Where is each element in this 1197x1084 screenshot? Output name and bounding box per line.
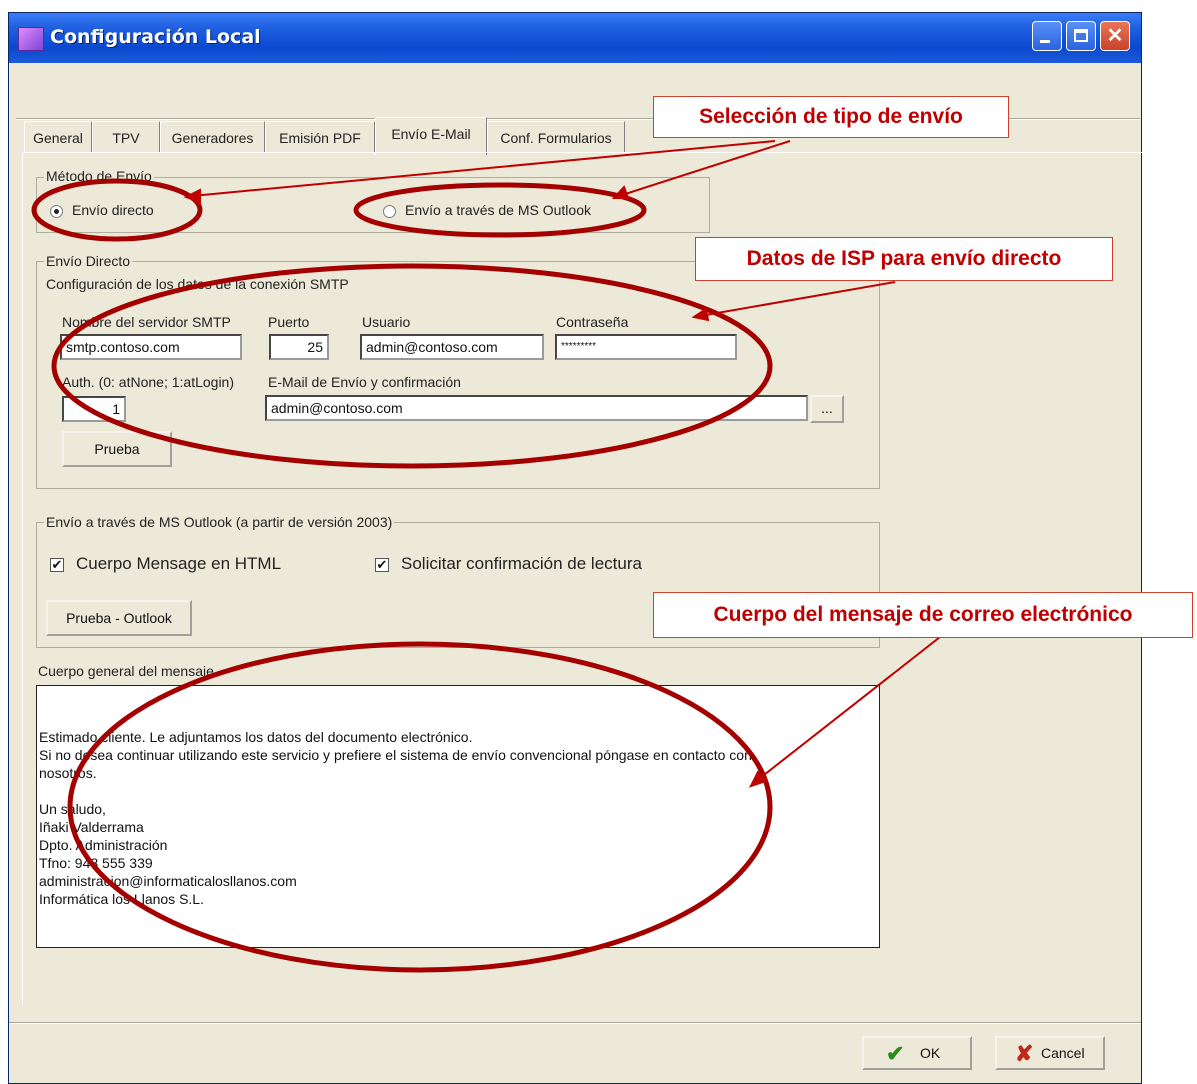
radio-outlook-label[interactable]: Envío a través de MS Outlook — [405, 202, 591, 218]
outlook-group-title: Envío a través de MS Outlook (a partir d… — [44, 514, 395, 530]
close-button[interactable]: ✕ — [1100, 21, 1130, 51]
user-field[interactable]: admin@contoso.com — [360, 334, 544, 360]
footer-separator — [9, 1022, 1141, 1024]
email-field[interactable]: admin@contoso.com — [265, 395, 808, 421]
tab-emision-pdf[interactable]: Emisión PDF — [265, 121, 375, 153]
tab-tpv[interactable]: TPV — [92, 121, 160, 153]
app-icon — [18, 27, 44, 51]
message-label: Cuerpo general del mensaje — [38, 663, 214, 679]
cancel-label: Cancel — [1041, 1045, 1085, 1061]
radio-selected-dot — [54, 209, 59, 214]
user-label: Usuario — [362, 314, 411, 330]
ok-label: OK — [920, 1045, 941, 1061]
server-field[interactable]: smtp.contoso.com — [60, 334, 242, 360]
method-group-title: Método de Envío — [44, 168, 154, 184]
html-body-checkbox[interactable]: ✔ — [50, 558, 64, 572]
tab-strip: General TPV Generadores Emisión PDF Enví… — [24, 117, 634, 155]
password-field[interactable]: ********* — [555, 334, 737, 360]
radio-direct-label[interactable]: Envío directo — [72, 202, 154, 218]
cancel-button[interactable]: ✘ Cancel — [995, 1036, 1105, 1070]
minimize-icon — [1040, 40, 1050, 43]
tab-general[interactable]: General — [24, 121, 92, 153]
close-icon: ✕ — [1106, 25, 1124, 47]
smtp-subtitle: Configuración de los datos de la conexió… — [46, 276, 349, 292]
checkmark-icon: ✔ — [886, 1041, 905, 1066]
maximize-icon — [1074, 29, 1088, 42]
callout-send-type: Selección de tipo de envío — [653, 96, 1009, 138]
html-body-label[interactable]: Cuerpo Mensage en HTML — [76, 554, 281, 574]
port-label: Puerto — [268, 314, 310, 330]
read-receipt-label[interactable]: Solicitar confirmación de lectura — [401, 554, 642, 574]
outlook-test-button[interactable]: Prueba - Outlook — [46, 600, 192, 636]
port-field[interactable]: 25 — [269, 334, 329, 360]
password-label: Contraseña — [556, 314, 629, 330]
browse-button[interactable]: ... — [810, 395, 844, 423]
tab-generadores[interactable]: Generadores — [160, 121, 265, 153]
cross-icon: ✘ — [1015, 1041, 1034, 1066]
tab-conf-formularios[interactable]: Conf. Formularios — [487, 121, 625, 153]
maximize-button[interactable] — [1066, 21, 1096, 51]
radio-direct[interactable] — [50, 205, 63, 218]
minimize-button[interactable] — [1032, 21, 1062, 51]
callout-body: Cuerpo del mensaje de correo electrónico — [653, 592, 1193, 638]
direct-group-title: Envío Directo — [44, 253, 133, 269]
callout-isp: Datos de ISP para envío directo — [695, 237, 1113, 281]
ok-button[interactable]: ✔ OK — [862, 1036, 972, 1070]
message-body-textarea[interactable]: Estimado cliente. Le adjuntamos los dato… — [36, 685, 880, 948]
window-title: Configuración Local — [50, 26, 261, 48]
smtp-test-button[interactable]: Prueba — [62, 431, 172, 467]
auth-label: Auth. (0: atNone; 1:atLogin) — [62, 374, 234, 390]
tab-envio-email[interactable]: Envío E-Mail — [375, 117, 487, 155]
radio-outlook[interactable] — [383, 205, 396, 218]
auth-field[interactable]: 1 — [62, 396, 126, 422]
server-label: Nombre del servidor SMTP — [62, 314, 231, 330]
read-receipt-checkbox[interactable]: ✔ — [375, 558, 389, 572]
email-label: E-Mail de Envío y confirmación — [268, 374, 461, 390]
